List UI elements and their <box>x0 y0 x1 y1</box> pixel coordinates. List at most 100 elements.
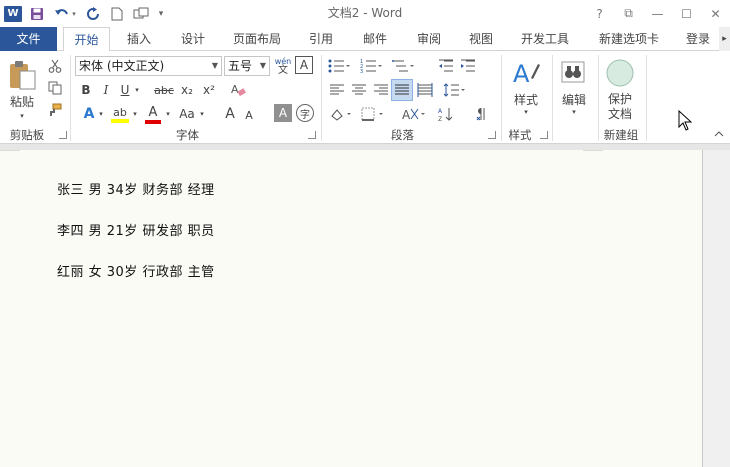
sort-icon[interactable]: AZ <box>436 104 456 124</box>
protect-document-icon[interactable] <box>605 58 635 88</box>
tab-mailings[interactable]: 邮件 <box>352 27 398 51</box>
bold-button[interactable]: B <box>77 80 95 100</box>
copy-icon[interactable] <box>46 79 64 97</box>
align-left-icon[interactable] <box>327 80 347 100</box>
underline-dropdown-icon[interactable]: ▾ <box>132 80 142 100</box>
font-name-dropdown-icon[interactable]: ▼ <box>212 57 218 75</box>
touch-mode-icon[interactable] <box>130 3 152 25</box>
svg-text:A: A <box>513 60 530 88</box>
undo-icon[interactable]: ▾ <box>50 3 80 25</box>
group-separator <box>552 55 553 141</box>
cut-icon[interactable] <box>46 57 64 75</box>
justify-icon[interactable] <box>391 79 413 101</box>
paste-dropdown-icon[interactable]: ▾ <box>12 111 32 121</box>
align-center-icon[interactable] <box>349 80 369 100</box>
align-right-icon[interactable] <box>371 80 391 100</box>
format-painter-icon[interactable] <box>46 101 64 119</box>
binoculars-icon[interactable] <box>558 57 588 87</box>
save-icon[interactable] <box>26 3 48 25</box>
new-document-icon[interactable] <box>106 3 128 25</box>
help-button[interactable]: ? <box>585 0 614 27</box>
document-line[interactable]: 张三 男 34岁 财务部 经理 <box>57 179 215 198</box>
paragraph-launcher-icon[interactable] <box>488 131 496 139</box>
distributed-icon[interactable] <box>415 80 435 100</box>
show-paragraph-marks-icon[interactable] <box>472 104 492 124</box>
ribbon-home: 粘贴 ▾ 剪贴板 宋体 (中文正文) ▼ 五号 ▼ wén 文 A B I U … <box>0 51 730 144</box>
paste-icon[interactable] <box>4 57 40 93</box>
font-size-dropdown-icon[interactable]: ▼ <box>260 57 266 75</box>
line-spacing-icon[interactable] <box>441 80 467 100</box>
clipboard-launcher-icon[interactable] <box>59 131 67 139</box>
tab-file[interactable]: 文件 <box>0 27 57 51</box>
editing-button[interactable]: 编辑 <box>554 91 594 107</box>
tab-view[interactable]: 视图 <box>458 27 504 51</box>
numbering-icon[interactable]: 123 <box>358 56 384 76</box>
character-border-button[interactable]: A <box>295 56 313 74</box>
tab-new-tab[interactable]: 新建选项卡 <box>588 27 670 51</box>
tab-page-layout[interactable]: 页面布局 <box>224 27 290 51</box>
styles-button[interactable]: 样式 <box>506 91 546 107</box>
document-line[interactable]: 李四 男 21岁 研发部 职员 <box>57 220 215 239</box>
superscript-button[interactable]: x² <box>199 80 219 100</box>
customize-qat-icon[interactable]: ▾ <box>154 3 168 25</box>
italic-button[interactable]: I <box>97 80 115 100</box>
underline-button[interactable]: U <box>117 80 133 100</box>
styles-launcher-icon[interactable] <box>540 131 548 139</box>
document-line[interactable]: 红丽 女 30岁 行政部 主管 <box>57 261 215 280</box>
styles-icon[interactable]: A <box>509 57 543 89</box>
bullets-icon[interactable] <box>326 56 352 76</box>
ribbon-display-options-button[interactable]: ⧉ <box>614 0 643 27</box>
redo-icon[interactable] <box>82 3 104 25</box>
borders-icon[interactable] <box>359 104 385 124</box>
font-name-combobox[interactable]: 宋体 (中文正文) ▼ <box>75 56 222 76</box>
tab-developer[interactable]: 开发工具 <box>510 27 580 51</box>
enclose-characters-button[interactable]: 字 <box>296 104 314 122</box>
change-case-button[interactable]: Aa <box>176 104 198 124</box>
tab-design[interactable]: 设计 <box>170 27 216 51</box>
word-app-icon[interactable]: W <box>2 3 24 25</box>
multilevel-list-icon[interactable] <box>390 56 416 76</box>
tab-home[interactable]: 开始 <box>63 27 110 52</box>
increase-indent-icon[interactable] <box>458 56 478 76</box>
chinese-layout-icon[interactable]: A <box>400 104 428 124</box>
sign-in-link[interactable]: 登录 <box>678 27 718 51</box>
subscript-button[interactable]: x₂ <box>177 80 197 100</box>
vertical-scrollbar[interactable] <box>703 150 730 467</box>
editing-dropdown-icon[interactable]: ▾ <box>564 107 584 117</box>
shrink-font-button[interactable]: A <box>240 106 258 124</box>
paste-button[interactable]: 粘贴 <box>4 93 40 109</box>
decrease-indent-icon[interactable] <box>436 56 456 76</box>
margin-corner-mark <box>583 150 603 151</box>
font-size-combobox[interactable]: 五号 ▼ <box>224 56 270 76</box>
change-case-dropdown-icon[interactable]: ▾ <box>198 104 206 124</box>
tab-references[interactable]: 引用 <box>298 27 344 51</box>
minimize-button[interactable]: — <box>643 0 672 27</box>
font-color-button[interactable]: A <box>143 103 163 125</box>
scroll-tabs-right-icon[interactable]: ▸ <box>719 27 730 51</box>
highlight-button[interactable]: ab <box>109 103 131 125</box>
clipboard-group-label: 剪贴板 <box>9 128 45 142</box>
clear-formatting-icon[interactable]: A <box>228 80 248 100</box>
phonetic-guide-button[interactable]: wén 文 <box>273 55 293 77</box>
shading-icon[interactable] <box>327 104 353 124</box>
character-shading-button[interactable]: A <box>274 104 292 122</box>
font-name-value: 宋体 (中文正文) <box>79 59 165 73</box>
protect-document-line2[interactable]: 文档 <box>600 106 640 121</box>
grow-font-button[interactable]: A <box>220 104 240 124</box>
maximize-button[interactable]: ☐ <box>672 0 701 27</box>
new-group-label: 新建组 <box>603 128 639 142</box>
font-color-dropdown-icon[interactable]: ▾ <box>164 104 172 124</box>
tab-insert[interactable]: 插入 <box>116 27 162 51</box>
text-effects-dropdown-icon[interactable]: ▾ <box>97 104 105 124</box>
close-button[interactable]: ✕ <box>701 0 730 27</box>
highlight-dropdown-icon[interactable]: ▾ <box>131 104 139 124</box>
protect-document-line1[interactable]: 保护 <box>600 91 640 106</box>
tab-review[interactable]: 审阅 <box>406 27 452 51</box>
font-launcher-icon[interactable] <box>308 131 316 139</box>
strikethrough-button[interactable]: abc <box>153 80 175 100</box>
word-logo: W <box>4 5 22 22</box>
collapse-ribbon-icon[interactable] <box>712 127 726 141</box>
styles-dropdown-icon[interactable]: ▾ <box>516 107 536 117</box>
undo-dropdown-icon[interactable]: ▾ <box>72 10 76 18</box>
document-page[interactable]: 张三 男 34岁 财务部 经理 李四 男 21岁 研发部 职员 红丽 女 30岁… <box>0 150 703 467</box>
